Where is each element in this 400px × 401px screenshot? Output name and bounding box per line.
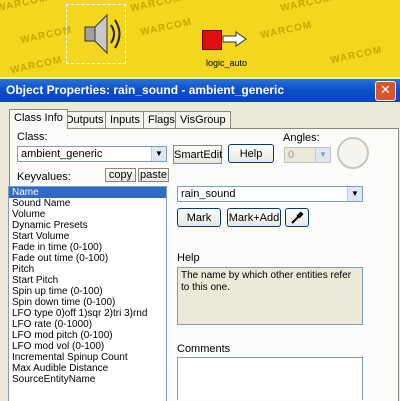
keyvalue-item[interactable]: Start Pitch (9, 275, 166, 286)
tab-class-info[interactable]: Class Info (9, 109, 68, 129)
angles-value: 0 (288, 149, 295, 161)
keyvalue-item[interactable]: Max Audible Distance (9, 363, 166, 374)
watermark-text: WARCOM (139, 16, 194, 39)
3d-viewport[interactable]: WARCOM WARCOM WARCOM WARCOM WARCOM WARCO… (0, 0, 400, 77)
dropdown-arrow-icon[interactable]: ▼ (151, 147, 166, 161)
watermark-text: WARCOM (259, 19, 314, 42)
keyvalue-item[interactable]: SourceEntityName (9, 374, 166, 385)
angles-dial[interactable] (337, 137, 369, 169)
tab-visgroup[interactable]: VisGroup (175, 111, 231, 128)
comments-heading: Comments (177, 343, 231, 355)
keyvalue-item[interactable]: Dynamic Presets (9, 220, 166, 231)
keyvalue-item[interactable]: Name (9, 187, 166, 198)
class-dropdown[interactable]: ambient_generic ▼ (17, 146, 167, 162)
keyvalue-item[interactable]: Start Volume (9, 231, 166, 242)
paste-button[interactable]: paste (138, 168, 169, 182)
class-label: Class: (17, 131, 48, 143)
logic-auto-entity-icon[interactable] (202, 30, 222, 50)
value-text: rain_sound (181, 188, 236, 200)
keyvalue-item[interactable]: Fade in time (0-100) (9, 242, 166, 253)
speaker-icon[interactable] (66, 4, 126, 64)
eyedropper-icon (291, 211, 304, 224)
title-bar[interactable]: Object Properties: rain_sound - ambient_… (0, 79, 400, 102)
keyvalue-item[interactable]: Sound Name (9, 198, 166, 209)
keyvalue-item[interactable]: LFO mod pitch (0-100) (9, 330, 166, 341)
help-text: The name by which other entities refer t… (177, 267, 363, 325)
keyvalue-item[interactable]: Spin down time (0-100) (9, 297, 166, 308)
watermark-text: WARCOM (0, 0, 50, 15)
class-value: ambient_generic (21, 148, 103, 160)
help-button[interactable]: Help (228, 144, 274, 163)
entity-label: logic_auto (206, 58, 248, 68)
object-properties-dialog: Object Properties: rain_sound - ambient_… (0, 79, 400, 401)
keyvalue-item[interactable]: LFO type 0)off 1)sqr 2)tri 3)rnd (9, 308, 166, 319)
keyvalues-list[interactable]: Name Sound Name Volume Dynamic Presets Start… (8, 186, 167, 401)
close-icon[interactable]: ✕ (375, 81, 396, 101)
dropdown-arrow-icon[interactable]: ▼ (315, 148, 330, 162)
keyvalue-item[interactable]: LFO rate (0-1000) (9, 319, 166, 330)
mark-add-button[interactable]: Mark+Add (227, 208, 281, 227)
comments-textarea[interactable] (177, 357, 363, 400)
angles-label: Angles: (283, 132, 320, 144)
eyedropper-button[interactable] (285, 208, 309, 227)
dropdown-arrow-icon[interactable]: ▼ (347, 187, 362, 201)
smartedit-button[interactable]: SmartEdit (173, 145, 222, 164)
help-heading: Help (177, 252, 200, 264)
copy-button[interactable]: copy (105, 168, 136, 182)
angles-dropdown[interactable]: 0 ▼ (284, 147, 331, 163)
dialog-title: Object Properties: rain_sound - ambient_… (6, 83, 285, 97)
keyvalue-item[interactable]: Spin up time (0-100) (9, 286, 166, 297)
keyvalue-item[interactable]: Pitch (9, 264, 166, 275)
mark-button[interactable]: Mark (177, 208, 221, 227)
tab-inputs[interactable]: Inputs (105, 111, 145, 128)
watermark-text: WARCOM (279, 0, 334, 15)
keyvalue-item[interactable]: LFO mod vol (0-100) (9, 341, 166, 352)
value-field[interactable]: rain_sound ▼ (177, 186, 363, 202)
keyvalue-item[interactable]: Incremental Spinup Count (9, 352, 166, 363)
keyvalues-label: Keyvalues: (17, 171, 71, 183)
keyvalue-item[interactable]: Fade out time (0-100) (9, 253, 166, 264)
watermark-text: WARCOM (9, 54, 64, 77)
keyvalue-item[interactable]: Volume (9, 209, 166, 220)
watermark-text: WARCOM (129, 0, 184, 15)
arrow-right-icon (222, 31, 247, 47)
watermark-text: WARCOM (329, 44, 384, 67)
